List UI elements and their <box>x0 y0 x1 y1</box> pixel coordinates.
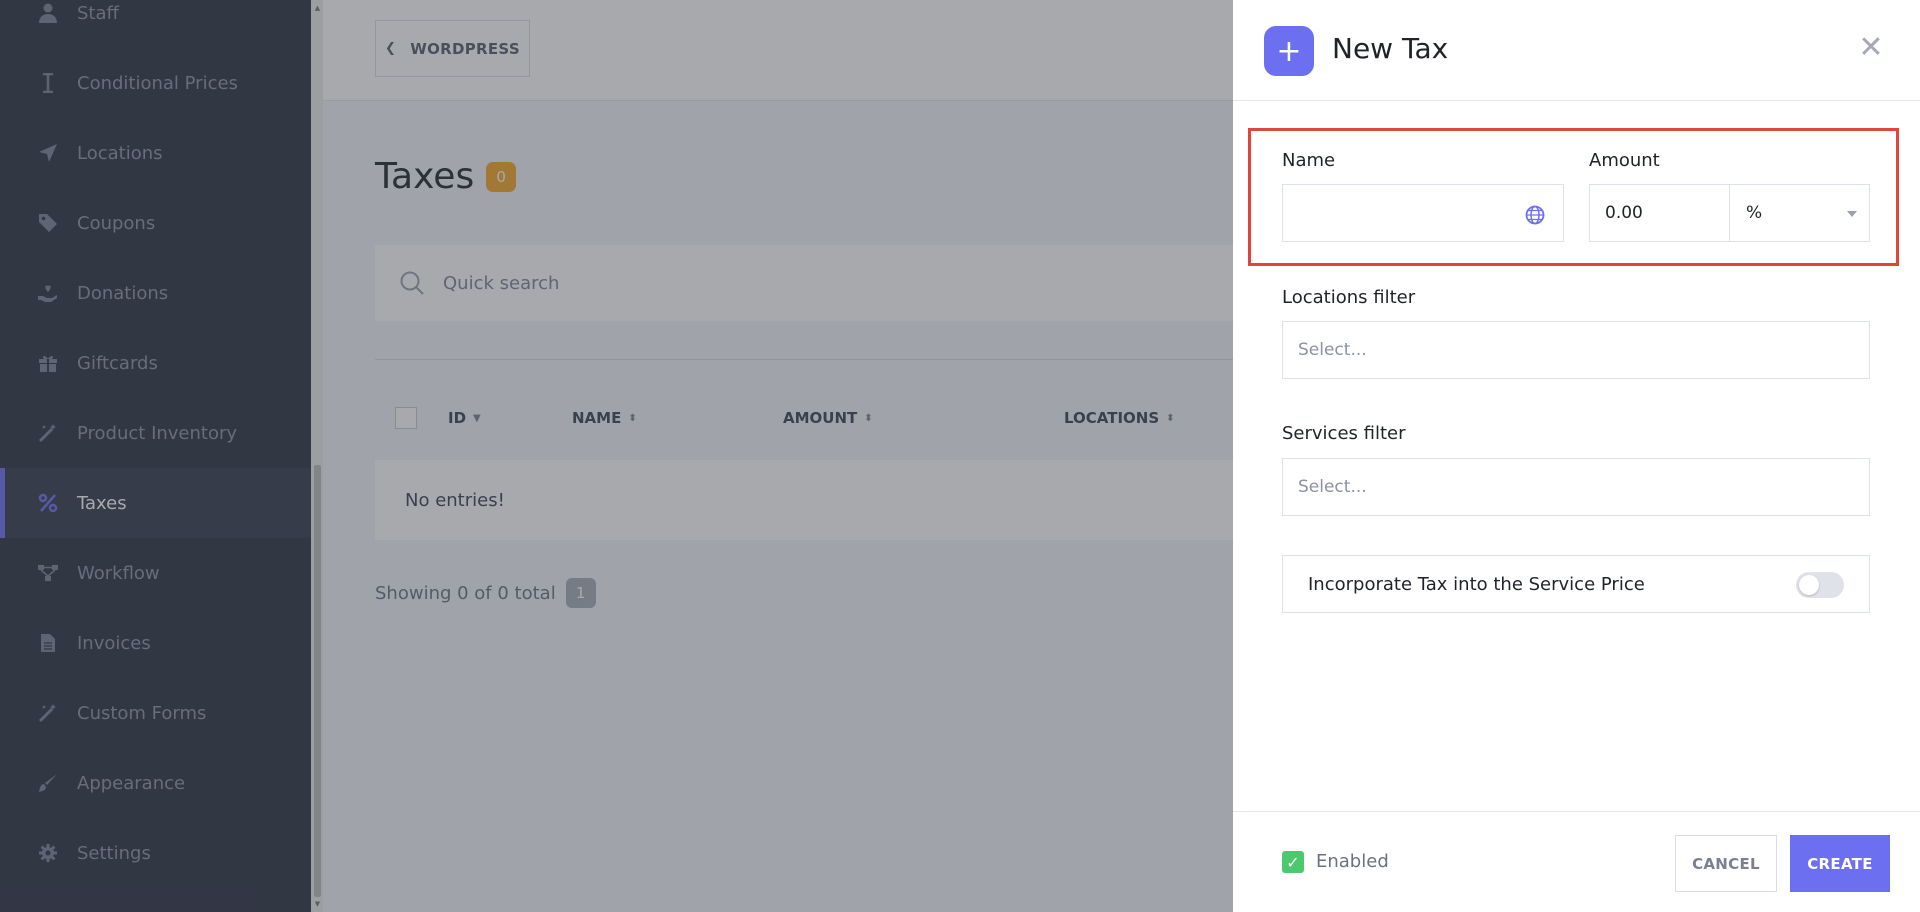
new-tax-panel: + New Tax ✕ Name Amount 0.00 % Locations… <box>1233 0 1920 912</box>
create-button[interactable]: CREATE <box>1790 835 1890 892</box>
locations-filter-select[interactable]: Select... <box>1282 321 1870 379</box>
close-icon[interactable]: ✕ <box>1857 33 1885 63</box>
incorporate-tax-label: Incorporate Tax into the Service Price <box>1308 573 1645 595</box>
enabled-label: Enabled <box>1316 851 1389 872</box>
cancel-button[interactable]: CANCEL <box>1675 835 1777 892</box>
enabled-checkbox[interactable]: ✓ <box>1282 851 1304 873</box>
amount-label: Amount <box>1589 150 1660 171</box>
amount-unit-value: % <box>1746 203 1763 223</box>
modal-backdrop[interactable] <box>0 0 1233 912</box>
plus-icon: + <box>1264 26 1314 76</box>
name-field[interactable] <box>1282 184 1564 242</box>
panel-title: New Tax <box>1332 32 1449 65</box>
locations-filter-label: Locations filter <box>1282 287 1416 308</box>
chevron-down-icon <box>1847 211 1857 217</box>
services-filter-placeholder: Select... <box>1298 477 1367 497</box>
amount-unit-select[interactable]: % <box>1729 184 1870 242</box>
incorporate-tax-row: Incorporate Tax into the Service Price <box>1282 555 1870 613</box>
amount-field[interactable]: 0.00 <box>1589 184 1730 242</box>
locations-filter-placeholder: Select... <box>1298 340 1367 360</box>
panel-footer: ✓ Enabled CANCEL CREATE <box>1233 811 1920 912</box>
incorporate-tax-toggle[interactable] <box>1796 572 1844 598</box>
toggle-knob <box>1799 575 1819 595</box>
panel-header: + New Tax ✕ <box>1233 0 1920 101</box>
services-filter-label: Services filter <box>1282 423 1406 444</box>
services-filter-select[interactable]: Select... <box>1282 458 1870 516</box>
globe-icon[interactable] <box>1525 205 1545 225</box>
name-label: Name <box>1282 150 1336 171</box>
